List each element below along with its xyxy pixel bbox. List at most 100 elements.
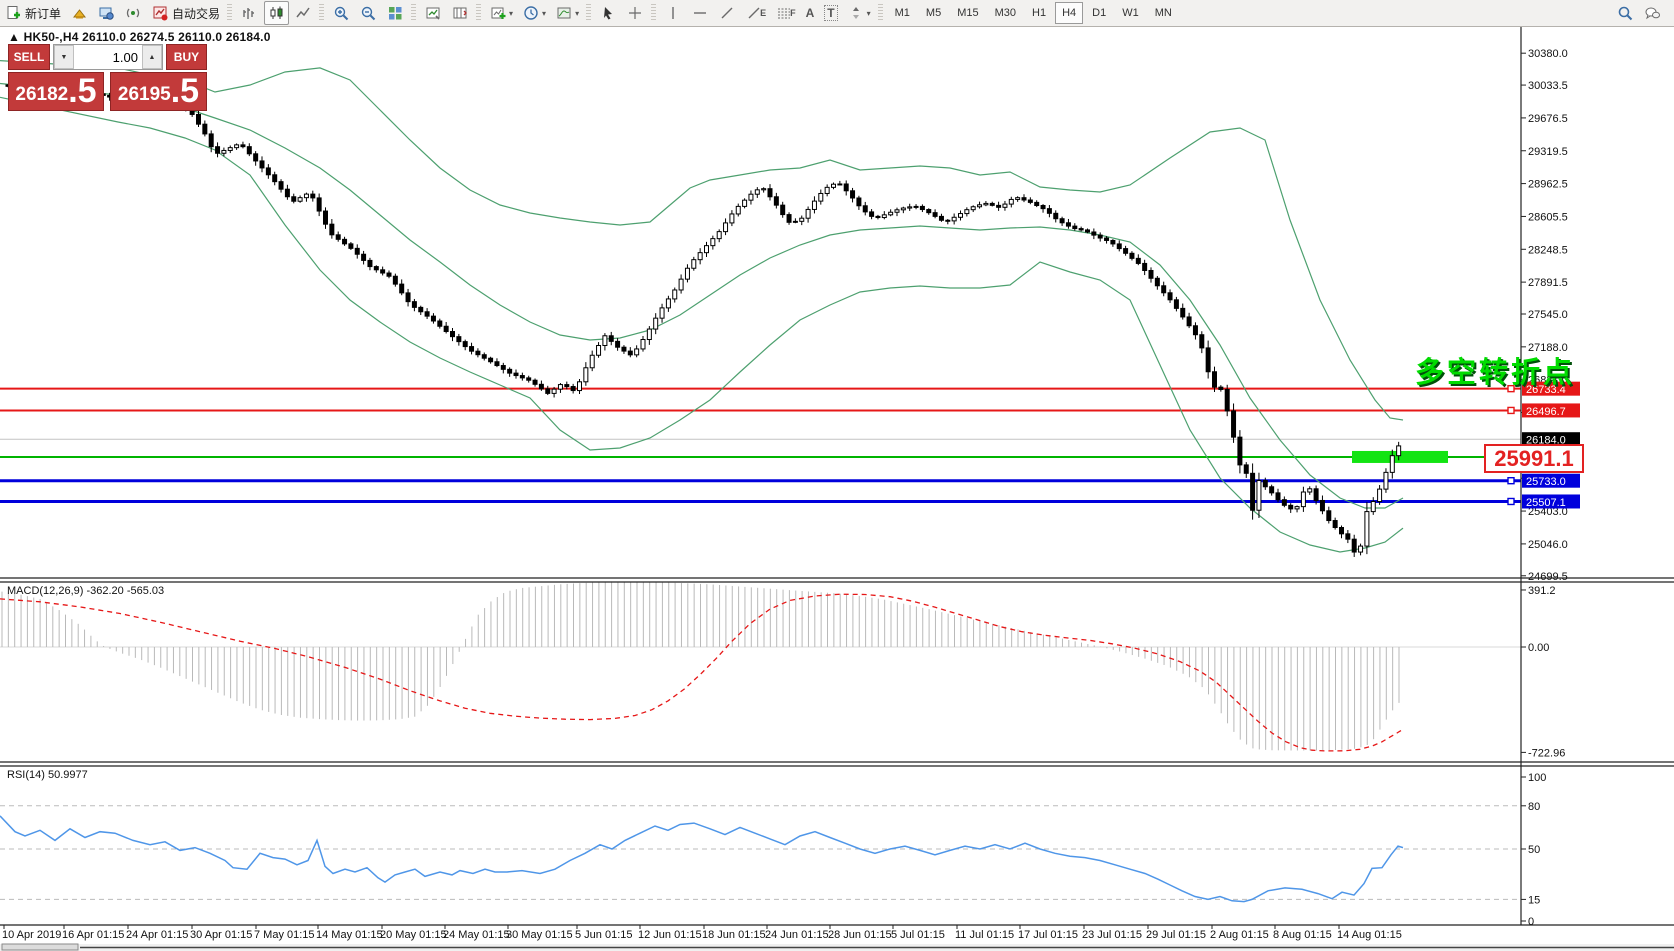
search-icon[interactable]: [1613, 1, 1638, 25]
indicators-icon[interactable]: ▾: [486, 1, 517, 25]
sell-button[interactable]: SELL: [8, 44, 50, 70]
fibonacci-icon[interactable]: F: [772, 1, 800, 25]
timeframe-M5-button[interactable]: M5: [919, 2, 948, 24]
svg-text:8 Aug 01:15: 8 Aug 01:15: [1273, 929, 1332, 941]
text-label-icon[interactable]: T: [820, 1, 841, 25]
line-handle[interactable]: [1508, 498, 1514, 504]
timeframe-H4-button[interactable]: H4: [1055, 2, 1083, 24]
new-order-icon[interactable]: 新订单: [1, 1, 65, 25]
svg-text:17 Jul 01:15: 17 Jul 01:15: [1018, 929, 1078, 941]
data-window-icon[interactable]: [94, 1, 119, 25]
templates-icon[interactable]: ▾: [552, 1, 583, 25]
volume-increase-button[interactable]: ▲: [142, 45, 162, 69]
buy-price-fraction: .5: [171, 74, 199, 108]
bar-chart-icon[interactable]: [237, 1, 262, 25]
svg-text:20 May 01:15: 20 May 01:15: [380, 929, 447, 941]
ohlc-high: 26274.5: [130, 30, 175, 44]
svg-text:0: 0: [1528, 916, 1534, 928]
cursor-icon[interactable]: [596, 1, 621, 25]
svg-text:7 May 01:15: 7 May 01:15: [254, 929, 315, 941]
price-tag-25507.1: 25507.1: [1522, 494, 1580, 509]
arrows-icon[interactable]: ▾: [844, 1, 875, 25]
svg-text:24 Jun 01:15: 24 Jun 01:15: [765, 929, 829, 941]
toolbar-separator: [227, 4, 232, 22]
svg-text:80: 80: [1528, 801, 1540, 813]
collapse-triangle-icon[interactable]: ▲: [8, 30, 20, 44]
timeframe-H1-button[interactable]: H1: [1025, 2, 1053, 24]
svg-text:18 Jun 01:15: 18 Jun 01:15: [702, 929, 766, 941]
rsi-indicator-label: RSI(14) 50.9977: [7, 769, 88, 781]
timeframe-M30-button[interactable]: M30: [988, 2, 1023, 24]
mt4-window: 30380.030033.529676.529319.528962.528605…: [0, 0, 1674, 951]
ohlc-close: 26184.0: [226, 30, 271, 44]
news-icon[interactable]: [121, 1, 146, 25]
buy-button[interactable]: BUY: [166, 44, 207, 70]
svg-text:30 May 01:15: 30 May 01:15: [506, 929, 573, 941]
timeframe-M1-button[interactable]: M1: [888, 2, 917, 24]
svg-text:14 May 01:15: 14 May 01:15: [316, 929, 383, 941]
timeframe-M15-button[interactable]: M15: [950, 2, 985, 24]
svg-text:12 Jun 01:15: 12 Jun 01:15: [638, 929, 702, 941]
chart-background: [0, 0, 1674, 951]
toolbar-separator: [586, 4, 591, 22]
volume-decrease-button[interactable]: ▼: [54, 45, 74, 69]
svg-text:10 Apr 2019: 10 Apr 2019: [2, 929, 61, 941]
sell-price-button[interactable]: 26182 .5: [8, 72, 104, 111]
symbol-timeframe: HK50-,H4: [24, 30, 79, 44]
svg-text:28 Jun 01:15: 28 Jun 01:15: [828, 929, 892, 941]
timeframe-W1-button[interactable]: W1: [1115, 2, 1146, 24]
line-chart-icon[interactable]: [291, 1, 316, 25]
ohlc-low: 26110.0: [178, 30, 222, 44]
crosshair-icon[interactable]: [623, 1, 648, 25]
toolbar-separator: [651, 4, 656, 22]
autotrading-icon[interactable]: 自动交易: [148, 1, 224, 25]
tile-windows-icon[interactable]: [383, 1, 408, 25]
svg-text:24 May 01:15: 24 May 01:15: [443, 929, 510, 941]
svg-text:5 Jun 01:15: 5 Jun 01:15: [575, 929, 633, 941]
trendline-icon[interactable]: [715, 1, 740, 25]
equidistant-channel-icon[interactable]: E: [742, 1, 770, 25]
svg-text:29676.5: 29676.5: [1528, 113, 1568, 125]
svg-text:391.2: 391.2: [1528, 585, 1556, 597]
buy-price-button[interactable]: 26195 .5: [110, 72, 207, 111]
svg-text:28605.5: 28605.5: [1528, 211, 1568, 223]
svg-text:100: 100: [1528, 772, 1546, 784]
one-click-trade-panel: SELL ▼ ▲ BUY 26182 .5 26195 .5: [8, 44, 207, 111]
svg-text:25507.1: 25507.1: [1526, 497, 1566, 509]
price-tag-25733.0: 25733.0: [1522, 474, 1580, 489]
toolbar-separator: [411, 4, 416, 22]
zoom-in-icon[interactable]: [329, 1, 354, 25]
zoom-out-icon[interactable]: [356, 1, 381, 25]
price-tag-26496.7: 26496.7: [1522, 403, 1580, 418]
vertical-line-icon[interactable]: [661, 1, 686, 25]
market-watch-icon[interactable]: [67, 1, 92, 25]
new-chart-icon[interactable]: [421, 1, 446, 25]
chat-icon[interactable]: [1640, 1, 1665, 25]
volume-stepper: ▼ ▲: [53, 44, 163, 70]
turning-point-annotation[interactable]: 多空转折点: [1415, 349, 1575, 391]
chart-title: ▲ HK50-,H4 26110.0 26274.5 26110.0 26184…: [8, 30, 271, 44]
chart-canvas[interactable]: 30380.030033.529676.529319.528962.528605…: [0, 0, 1674, 951]
price-level-flag[interactable]: 25991.1: [1484, 444, 1584, 473]
auto-scroll-icon[interactable]: [448, 1, 473, 25]
svg-text:25046.0: 25046.0: [1528, 539, 1568, 551]
horizontal-line-icon[interactable]: [688, 1, 713, 25]
scrollbar-thumb[interactable]: [2, 944, 78, 950]
svg-text:50: 50: [1528, 844, 1540, 856]
periods-icon[interactable]: ▾: [519, 1, 550, 25]
line-handle[interactable]: [1508, 478, 1514, 484]
text-icon[interactable]: A: [802, 1, 819, 25]
horizontal-scrollbar[interactable]: [0, 944, 1674, 951]
svg-text:11 Jul 01:15: 11 Jul 01:15: [955, 929, 1014, 941]
toolbar: 新订单自动交易▾▾▾EFAT▾M1M5M15M30H1H4D1W1MN: [0, 0, 1674, 27]
svg-text:30033.5: 30033.5: [1528, 80, 1568, 92]
line-handle[interactable]: [1508, 407, 1514, 413]
candlestick-chart-icon[interactable]: [264, 1, 289, 25]
svg-text:29 Jul 01:15: 29 Jul 01:15: [1146, 929, 1206, 941]
svg-text:30380.0: 30380.0: [1528, 48, 1568, 60]
svg-text:23 Jul 01:15: 23 Jul 01:15: [1082, 929, 1142, 941]
volume-input[interactable]: [74, 45, 142, 69]
svg-text:-722.96: -722.96: [1528, 747, 1565, 759]
timeframe-D1-button[interactable]: D1: [1085, 2, 1113, 24]
timeframe-MN-button[interactable]: MN: [1148, 2, 1179, 24]
